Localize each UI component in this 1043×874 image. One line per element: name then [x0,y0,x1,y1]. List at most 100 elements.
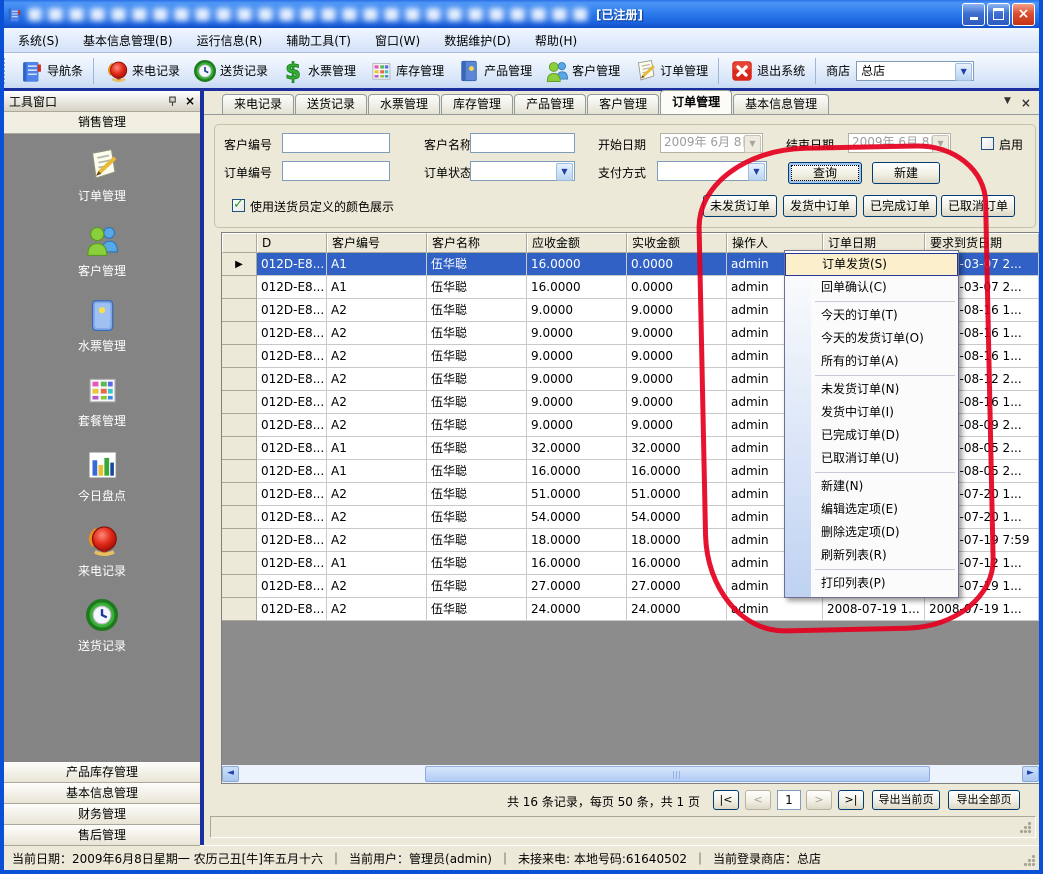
sidebar-item[interactable]: 订单管理 [78,146,126,204]
tab-list-dropdown-icon[interactable]: ▼ [1004,96,1011,110]
table-row[interactable]: 012D-E8...A2伍华聪24.000024.0000admin2008-0… [222,598,1039,621]
scroll-left-icon[interactable]: ◄ [222,766,239,782]
tab[interactable]: 库存管理 [441,94,513,114]
tab[interactable]: 基本信息管理 [733,94,829,114]
tab[interactable]: 客户管理 [587,94,659,114]
chevron-down-icon[interactable]: ▼ [748,163,765,181]
pin-icon[interactable] [167,96,178,107]
page-number-input[interactable] [777,790,801,810]
order-status-select[interactable]: ▼ [470,161,575,181]
toolbar-button[interactable]: 水票管理 [274,56,362,86]
minimize-button[interactable] [962,3,985,26]
context-menu-item[interactable]: 新建(N) [785,475,958,498]
end-date-picker[interactable]: 2009年 6月 8日 ▼ [848,133,951,153]
query-button[interactable]: 查询 [788,162,862,184]
pay-method-select[interactable]: ▼ [657,161,767,181]
toolbar-button[interactable]: 来电记录 [98,56,186,86]
menubar-item[interactable]: 窗口(W) [363,29,432,52]
context-menu-item[interactable]: 刷新列表(R) [785,544,958,567]
context-menu-item[interactable]: 所有的订单(A) [785,350,958,373]
maximize-button[interactable] [987,3,1010,26]
sidebar-item[interactable]: 客户管理 [78,221,126,279]
column-header[interactable]: 应收金额 [527,233,627,253]
delivery-color-checkbox[interactable] [232,199,245,212]
row-selector[interactable] [222,322,257,345]
order-code-input[interactable] [282,161,390,181]
menubar-item[interactable]: 系统(S) [6,29,71,52]
row-selector[interactable] [222,483,257,506]
menubar-item[interactable]: 帮助(H) [523,29,589,52]
new-button[interactable]: 新建 [872,162,940,184]
sidebar-item[interactable]: 套餐管理 [78,371,126,429]
scrollbar-thumb[interactable] [425,766,930,782]
tab[interactable]: 水票管理 [368,94,440,114]
chevron-down-icon[interactable]: ▼ [955,63,972,81]
sidebar-item[interactable]: 今日盘点 [78,446,126,504]
first-page-button[interactable]: |< [713,790,739,810]
row-selector[interactable] [222,299,257,322]
tab[interactable]: 送货记录 [295,94,367,114]
context-menu-item[interactable]: 今天的订单(T) [785,304,958,327]
context-menu-item[interactable]: 删除选定项(D) [785,521,958,544]
row-selector[interactable] [222,529,257,552]
column-header[interactable]: D [257,233,327,253]
menubar-item[interactable]: 辅助工具(T) [274,29,363,52]
sidebar-group-button[interactable]: 售后管理 [4,825,200,846]
tab[interactable]: 订单管理 [660,90,732,114]
context-menu-item[interactable]: 今天的发货订单(O) [785,327,958,350]
toolbar-button[interactable]: 订单管理 [626,56,714,86]
toolbar-button[interactable]: 退出系统 [723,56,811,86]
sidebar-item[interactable]: 水票管理 [78,296,126,354]
context-menu-item[interactable]: 打印列表(P) [785,572,958,595]
row-selector[interactable] [222,368,257,391]
context-menu-item[interactable]: 已完成订单(D) [785,424,958,447]
sidebar-group-button[interactable]: 基本信息管理 [4,783,200,804]
customer-code-input[interactable] [282,133,390,153]
status-filter-button[interactable]: 未发货订单 [703,195,777,217]
menubar-item[interactable]: 基本信息管理(B) [71,29,185,52]
row-selector[interactable] [222,437,257,460]
row-selector[interactable] [222,506,257,529]
context-menu-item[interactable]: 已取消订单(U) [785,447,958,470]
toolbar-button[interactable]: 客户管理 [538,56,626,86]
sidebar-item[interactable]: 来电记录 [78,521,126,579]
toolbar-button[interactable]: 产品管理 [450,56,538,86]
sidebar-group-button[interactable]: 财务管理 [4,804,200,825]
status-filter-button[interactable]: 已完成订单 [863,195,937,217]
resize-grip[interactable] [1023,854,1036,867]
column-header[interactable]: 客户编号 [327,233,427,253]
last-page-button[interactable]: >| [838,790,864,810]
row-selector[interactable] [222,552,257,575]
status-filter-button[interactable]: 发货中订单 [783,195,857,217]
row-selector[interactable] [222,598,257,621]
row-selector[interactable] [222,391,257,414]
row-selector[interactable] [222,575,257,598]
context-menu-item[interactable]: 未发货订单(N) [785,378,958,401]
toolbar-button[interactable]: 送货记录 [186,56,274,86]
row-selector[interactable] [222,460,257,483]
sidebar-group-button[interactable]: 产品库存管理 [4,762,200,783]
horizontal-scrollbar[interactable]: ◄ ► [222,765,1039,783]
menubar-item[interactable]: 运行信息(R) [185,29,275,52]
export-current-page-button[interactable]: 导出当前页 [872,790,940,810]
close-button[interactable]: × [1012,3,1035,26]
shop-select[interactable]: 总店 ▼ [856,61,974,81]
prev-page-button[interactable]: < [745,790,771,810]
menubar-item[interactable]: 数据维护(D) [432,29,523,52]
start-date-picker[interactable]: 2009年 6月 8日 ▼ [660,133,763,153]
column-header[interactable]: 客户名称 [427,233,527,253]
toolbar-button[interactable]: 导航条 [13,56,89,86]
next-page-button[interactable]: > [806,790,832,810]
tab[interactable]: 产品管理 [514,94,586,114]
sidebar-item[interactable]: 送货记录 [78,596,126,654]
export-all-pages-button[interactable]: 导出全部页 [948,790,1020,810]
row-selector[interactable] [222,414,257,437]
row-selector[interactable] [222,345,257,368]
customer-name-input[interactable] [470,133,575,153]
chevron-down-icon[interactable]: ▼ [556,163,573,181]
context-menu-item[interactable]: 编辑选定项(E) [785,498,958,521]
toolbar-button[interactable]: 库存管理 [362,56,450,86]
row-selector[interactable] [222,276,257,299]
context-menu-item[interactable]: 订单发货(S) [785,253,958,276]
tab-close-icon[interactable]: × [1021,96,1031,110]
